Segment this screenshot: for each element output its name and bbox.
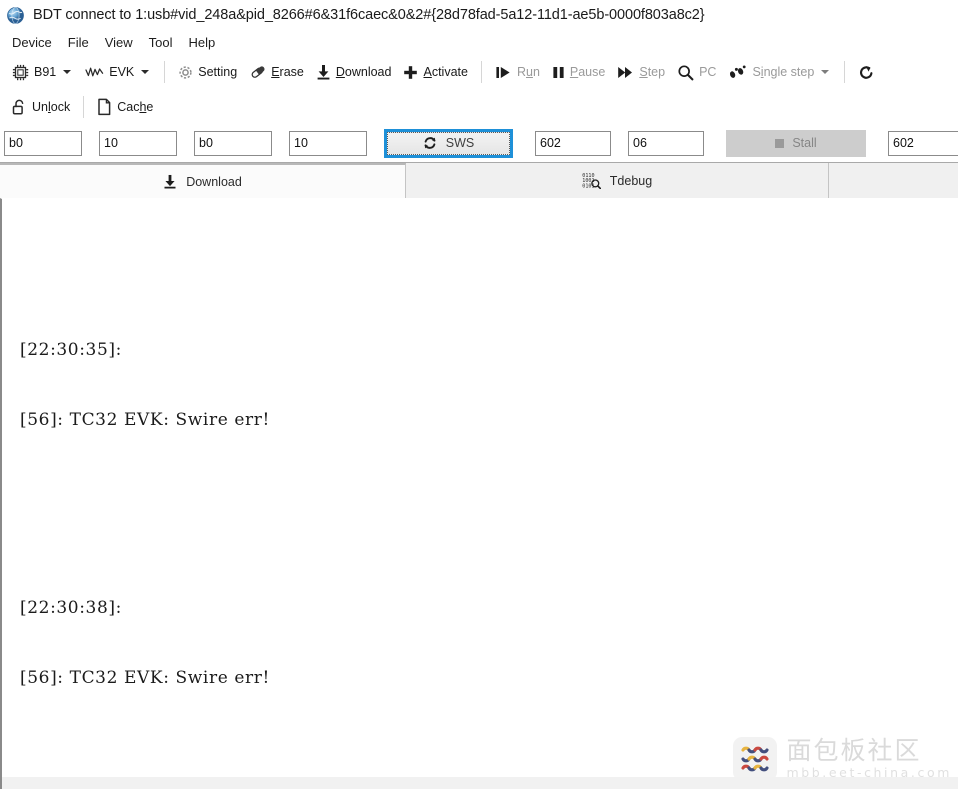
activate-button[interactable]: Activate [397,58,473,86]
frequency-field-1[interactable] [535,130,611,156]
toolbar-divider [164,61,166,83]
refresh-button[interactable] [852,58,881,86]
menu-item-view[interactable]: View [97,33,141,52]
pause-button[interactable]: Pause [546,58,611,86]
log-entry: [22:30:38]: [56]: TC32 EVK: Swire err! [20,550,958,738]
download-arrow-icon [163,174,177,189]
log-message: [56]: TC32 EVK: Swire err! [20,410,270,430]
cache-label: Cache [117,100,154,114]
cache-button[interactable]: Cache [91,93,159,121]
board-selector-label: EVK [109,65,135,79]
chevron-down-icon[interactable] [63,70,72,74]
activate-label: Activate [423,65,468,79]
log-text-container: [22:30:35]: [56]: TC32 EVK: Swire err! [… [2,199,958,789]
run-label: Run [516,65,540,79]
play-step-icon [495,65,512,80]
length-field-1[interactable] [99,130,177,156]
chevron-down-icon[interactable] [141,70,150,74]
bottom-status-strip [2,777,958,789]
step-button[interactable]: Step [611,58,671,86]
single-step-button[interactable]: Single step [722,58,837,86]
erase-label: Erase [271,65,304,79]
toolbar-divider [480,61,482,83]
magnifier-icon [677,64,694,81]
app-globe-icon [7,6,24,24]
frequency-field-2[interactable] [628,130,704,156]
menu-bar: Device File View Tool Help [0,30,958,54]
plus-icon [403,65,418,80]
pause-label: Pause [569,65,606,79]
log-timestamp: [22:30:38]: [20,597,122,618]
download-label: Download [335,65,392,79]
stall-button-label: Stall [792,136,817,150]
sync-icon [423,136,437,150]
sws-button[interactable]: SWS [384,128,513,158]
address-field-1[interactable] [4,130,82,156]
pause-icon [552,65,565,80]
fast-forward-icon [617,65,634,80]
download-button[interactable]: Download [310,58,398,86]
frequency-field-3[interactable] [888,130,958,156]
eraser-icon [249,65,266,80]
toolbar-divider [83,96,85,118]
tab-tdebug[interactable]: 0110 1001 0101 Tdebug [406,163,829,198]
erase-button[interactable]: Erase [243,58,310,86]
file-icon [97,98,112,116]
main-toolbar: B91 EVK Setting Erase Download Activate … [0,54,958,90]
footsteps-icon [728,65,747,80]
chip-selector-label: B91 [34,65,57,79]
pc-label: PC [699,65,717,79]
log-message: [56]: TC32 EVK: Swire err! [20,668,270,688]
tab-tdebug-label: Tdebug [609,173,653,188]
address-field-2[interactable] [194,130,272,156]
open-lock-icon [12,99,27,116]
unlock-label: Unlock [32,100,71,114]
log-timestamp: [22:30:35]: [20,339,122,360]
unlock-button[interactable]: Unlock [6,93,76,121]
menu-item-help[interactable]: Help [181,33,224,52]
tab-download[interactable]: Download [0,163,406,198]
download-arrow-icon [316,64,331,80]
tab-bar: Download 0110 1001 0101 Tdebug [0,162,958,198]
stop-square-icon [775,138,785,148]
setting-button[interactable]: Setting [172,58,243,86]
pc-button[interactable]: PC [671,58,722,86]
sws-button-label: SWS [445,136,475,150]
window-title: BDT connect to 1:usb#vid_248a&pid_8266#6… [33,7,705,23]
title-bar: BDT connect to 1:usb#vid_248a&pid_8266#6… [0,0,958,30]
menu-item-device[interactable]: Device [4,33,60,52]
bdt-application-window: BDT connect to 1:usb#vid_248a&pid_8266#6… [0,0,958,789]
menu-item-tool[interactable]: Tool [141,33,181,52]
parameter-field-row: SWS Stall [0,124,958,162]
board-selector-button[interactable]: EVK [79,58,157,86]
step-label: Step [639,65,666,79]
binary-magnifier-icon: 0110 1001 0101 [582,172,601,189]
toolbar-divider [844,61,846,83]
menu-item-file[interactable]: File [60,33,97,52]
secondary-toolbar: Unlock Cache [0,90,958,124]
setting-label: Setting [198,65,238,79]
stall-button[interactable]: Stall [726,129,866,157]
log-output-panel[interactable]: [22:30:35]: [56]: TC32 EVK: Swire err! [… [0,198,958,789]
tab-download-label: Download [186,174,242,189]
chip-icon [12,64,29,81]
refresh-arrow-icon [858,64,875,81]
run-button[interactable]: Run [489,58,546,86]
gear-icon [178,65,193,80]
chip-selector-button[interactable]: B91 [6,58,79,86]
waveform-icon [85,65,104,80]
single-step-label: Single step [752,65,815,79]
log-entry: [22:30:35]: [56]: TC32 EVK: Swire err! [20,292,958,480]
tab-bar-filler [829,163,958,198]
length-field-2[interactable] [289,130,367,156]
chevron-down-icon[interactable] [821,70,830,74]
